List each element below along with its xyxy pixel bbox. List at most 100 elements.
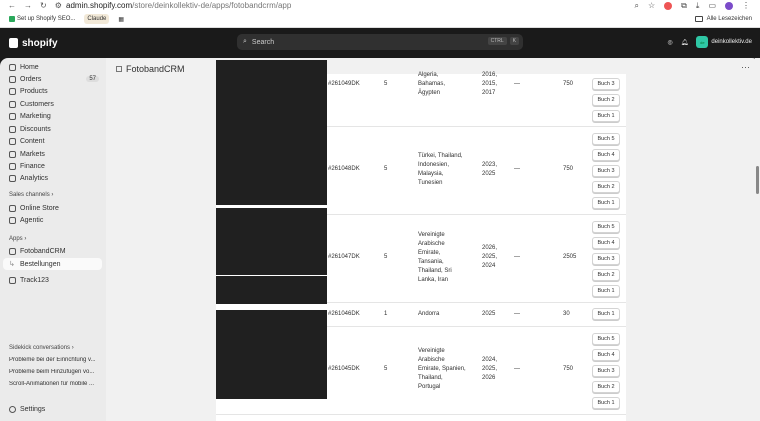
table-row: #261048DK 5 Türkei, Thailand, Indonesien… bbox=[216, 108, 626, 215]
download-icon[interactable]: ⤓ bbox=[696, 1, 700, 11]
sidebar-item-home[interactable]: Home bbox=[3, 61, 102, 73]
book-button[interactable]: Buch 1 bbox=[592, 397, 620, 409]
book-button[interactable]: Buch 5 bbox=[592, 333, 620, 345]
apps-grid-icon[interactable]: ▦ bbox=[115, 14, 127, 25]
conversation-item[interactable]: Probleme bei der Einrichtung v... bbox=[9, 357, 101, 363]
reload-icon[interactable]: ↻ bbox=[40, 1, 47, 10]
book-button[interactable]: Buch 1 bbox=[592, 110, 620, 122]
book-button[interactable]: Buch 2 bbox=[592, 94, 620, 106]
year-line: 2015, bbox=[482, 81, 498, 87]
browser-toolbar: ← → ↻ ⚙ admin.shopify.com/store/deinkoll… bbox=[0, 0, 760, 11]
bookmark-star-icon[interactable]: ☆ bbox=[648, 1, 655, 10]
search-input[interactable]: ⌕ Search CTRL K bbox=[237, 34, 523, 50]
country-line: Türkei, Thailand, bbox=[418, 153, 463, 159]
scrollbar-thumb[interactable] bbox=[756, 166, 759, 194]
sidekick-conversations-heading[interactable]: Sidekick conversations › bbox=[9, 345, 74, 351]
sidebar-item-online-store[interactable]: Online Store bbox=[3, 202, 102, 214]
marketing-icon bbox=[9, 112, 16, 120]
conversation-item[interactable]: Probleme beim Hinzufügen vo... bbox=[9, 369, 101, 375]
heading-label: Apps bbox=[9, 236, 23, 242]
extension-icon[interactable] bbox=[664, 1, 673, 10]
sidebar-item-agentic[interactable]: Agentic bbox=[3, 214, 102, 226]
book-button[interactable]: Buch 2 bbox=[592, 381, 620, 393]
book-button[interactable]: Buch 3 bbox=[592, 365, 620, 377]
discounts-icon bbox=[9, 125, 16, 133]
order-years: 2024, 2025, 2026 bbox=[482, 356, 497, 383]
sidebar-item-finance[interactable]: Finance bbox=[3, 160, 102, 172]
kbd-k: K bbox=[509, 37, 519, 45]
zoom-icon[interactable]: ⌕ bbox=[635, 1, 639, 11]
book-button[interactable]: Buch 2 bbox=[592, 181, 620, 193]
conversation-item[interactable]: Scroll-Animationen für mobile ... bbox=[9, 381, 101, 387]
book-button[interactable]: Buch 4 bbox=[592, 349, 620, 361]
forward-icon[interactable]: → bbox=[24, 1, 32, 10]
store-switcher[interactable]: de deinkollektiv.de bbox=[696, 36, 752, 48]
gear-icon bbox=[9, 405, 16, 413]
back-icon[interactable]: ← bbox=[8, 1, 16, 10]
page-scrollbar[interactable] bbox=[755, 58, 760, 421]
more-actions-icon[interactable]: ⋯ bbox=[741, 62, 750, 73]
order-price: 750 bbox=[563, 166, 574, 172]
sidebar-item-label: Products bbox=[20, 87, 48, 95]
sidebar: Home Orders 57 Products Customers Marketi… bbox=[0, 58, 106, 421]
sidebar-item-discounts[interactable]: Discounts bbox=[3, 123, 102, 135]
sidebar-item-analytics[interactable]: Analytics bbox=[3, 172, 102, 184]
year-line: 2023, bbox=[482, 162, 498, 168]
sidebar-item-marketing[interactable]: Marketing bbox=[3, 110, 102, 122]
split-view-icon[interactable]: ▭ bbox=[708, 1, 716, 10]
sidebar-item-label: Bestellungen bbox=[20, 260, 61, 268]
book-button[interactable]: Buch 3 bbox=[592, 253, 620, 265]
site-info-icon[interactable]: ⚙ bbox=[55, 1, 62, 10]
year-line: 2025, bbox=[482, 254, 498, 260]
search-placeholder: Search bbox=[251, 38, 275, 46]
book-button[interactable]: Buch 1 bbox=[592, 308, 620, 320]
sidebar-item-bestellungen[interactable]: ↳ Bestellungen bbox=[3, 258, 102, 270]
extensions-puzzle-icon[interactable]: ⧉ bbox=[681, 1, 687, 11]
year-line: 2025, bbox=[482, 366, 498, 372]
sidebar-item-fotobandcrm[interactable]: FotobandCRM bbox=[3, 245, 102, 257]
bookmark-shopify-seo[interactable]: Set up Shopify SEO... bbox=[6, 14, 78, 24]
sidekick-icon[interactable]: ◎ bbox=[668, 39, 673, 46]
sidebar-item-customers[interactable]: Customers bbox=[3, 98, 102, 110]
apps-heading[interactable]: Apps › bbox=[9, 236, 26, 242]
sidebar-item-settings[interactable]: Settings bbox=[3, 403, 102, 415]
sidebar-item-products[interactable]: Products bbox=[3, 85, 102, 97]
book-button[interactable]: Buch 5 bbox=[592, 133, 620, 145]
sales-channels-heading[interactable]: Sales channels › bbox=[9, 192, 53, 198]
sidebar-item-label: Home bbox=[20, 63, 39, 71]
main-content: FotobandCRM ⋯ #261049DK 5 Algeria, Baham… bbox=[106, 58, 760, 421]
sidebar-item-orders[interactable]: Orders 57 bbox=[3, 73, 102, 85]
order-note: — bbox=[514, 311, 520, 317]
book-button[interactable]: Buch 1 bbox=[592, 285, 620, 297]
order-qty: 5 bbox=[384, 366, 388, 372]
browser-menu-icon[interactable]: ⋮ bbox=[742, 1, 750, 10]
order-id[interactable]: #261045DK bbox=[328, 365, 360, 374]
order-id[interactable]: #261048DK bbox=[328, 165, 360, 174]
app-icon bbox=[116, 66, 122, 72]
profile-avatar[interactable] bbox=[725, 1, 733, 10]
photo-thumbnail bbox=[216, 276, 327, 304]
book-button[interactable]: Buch 3 bbox=[592, 165, 620, 177]
order-id[interactable]: #261049DK bbox=[328, 80, 360, 89]
book-button[interactable]: Buch 2 bbox=[592, 269, 620, 281]
bell-icon[interactable]: 🔔︎ bbox=[681, 39, 689, 46]
address-bar[interactable]: admin.shopify.com/store/deinkollektiv-de… bbox=[66, 1, 291, 10]
book-button[interactable]: Buch 4 bbox=[592, 149, 620, 161]
book-button[interactable]: Buch 3 bbox=[592, 78, 620, 90]
country-line: Portugal bbox=[418, 384, 441, 390]
book-button[interactable]: Buch 1 bbox=[592, 197, 620, 209]
orders-table: #261049DK 5 Algeria, Bahamas, Ägypten 20… bbox=[216, 60, 626, 421]
all-bookmarks-folder[interactable]: Alle Lesezeichen bbox=[692, 14, 760, 24]
url-host: admin.shopify.com bbox=[66, 1, 133, 10]
book-button[interactable]: Buch 4 bbox=[592, 237, 620, 249]
sidebar-item-content[interactable]: Content bbox=[3, 135, 102, 147]
book-button[interactable]: Buch 5 bbox=[592, 221, 620, 233]
bookmark-claude[interactable]: Claude bbox=[84, 14, 110, 24]
orders-icon bbox=[9, 75, 16, 83]
order-id[interactable]: #261047DK bbox=[328, 253, 360, 262]
sidebar-item-track123[interactable]: Track123 bbox=[3, 274, 102, 286]
sidebar-item-markets[interactable]: Markets bbox=[3, 148, 102, 160]
shopify-topbar: shopify ⌕ Search CTRL K ◎ 🔔︎ de deinkolle… bbox=[0, 28, 760, 58]
shopify-logo[interactable]: shopify bbox=[0, 38, 58, 49]
order-id[interactable]: #261046DK bbox=[328, 310, 360, 319]
